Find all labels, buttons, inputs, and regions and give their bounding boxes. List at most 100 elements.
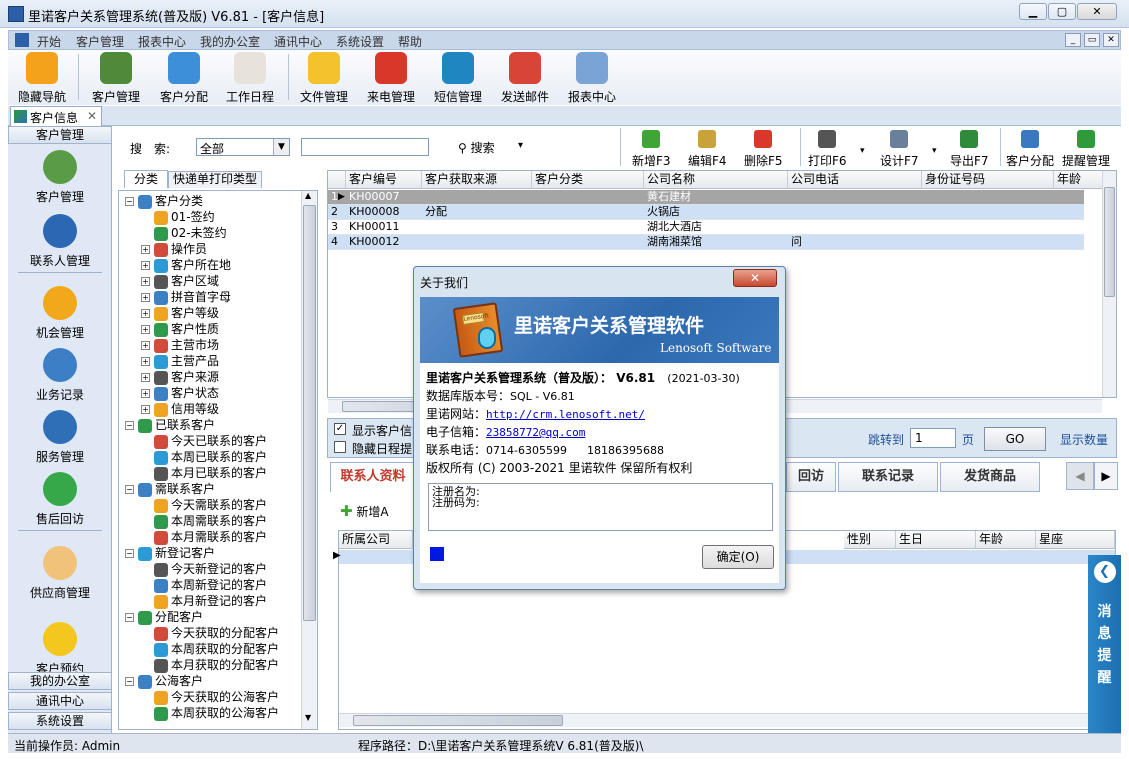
toolbar-sms[interactable]: 短信管理 xyxy=(430,52,486,105)
search-scope-select[interactable]: 全部 ▼ xyxy=(196,138,290,156)
col-phone[interactable]: 公司电话 xyxy=(788,171,922,189)
table-row[interactable]: 4 KH00012 湖南湘菜馆问 xyxy=(328,235,1084,250)
collapse-icon[interactable]: − xyxy=(125,549,134,558)
expand-icon[interactable]: + xyxy=(141,245,150,254)
nav-header-office[interactable]: 我的办公室 xyxy=(8,672,112,690)
action-5[interactable]: 导出F7 xyxy=(950,130,989,169)
tree-node[interactable]: 本月需联系的客户 xyxy=(141,529,267,545)
expand-icon[interactable]: + xyxy=(141,373,150,382)
tree-node[interactable]: + 客户性质 xyxy=(141,321,219,337)
col-age[interactable]: 年龄 xyxy=(1054,171,1104,189)
col-idcard[interactable]: 身份证号码 xyxy=(922,171,1054,189)
nav-item-2[interactable]: 机会管理 xyxy=(8,286,112,341)
toolbar-hide-nav[interactable]: 隐藏导航 xyxy=(14,52,70,105)
tree-node[interactable]: + 主营市场 xyxy=(141,337,219,353)
mdi-close-button[interactable]: ✕ xyxy=(1103,33,1119,47)
tree-node[interactable]: 本周新登记的客户 xyxy=(141,577,267,593)
show-customer-checkbox[interactable]: ✓ xyxy=(334,423,346,435)
tab-shipped-goods[interactable]: 发货商品 xyxy=(940,462,1040,492)
menu-customer[interactable]: 客户管理 xyxy=(76,33,124,50)
tree-scrollbar[interactable]: ▲ ▼ xyxy=(301,191,317,729)
close-button[interactable]: ✕ xyxy=(1077,3,1117,20)
toolbar-mail[interactable]: 发送邮件 xyxy=(497,52,553,105)
toolbar-customer[interactable]: 客户管理 xyxy=(88,52,144,105)
toolbar-files[interactable]: 文件管理 xyxy=(296,52,352,105)
action-0[interactable]: 新增F3 xyxy=(632,130,671,169)
collapse-icon[interactable]: − xyxy=(125,485,134,494)
registration-box[interactable]: 注册名为: 注册码为: xyxy=(428,483,773,531)
tree-node[interactable]: 本月已联系的客户 xyxy=(141,465,267,481)
dialog-close-button[interactable]: ✕ xyxy=(733,269,777,287)
hide-schedule-checkbox[interactable] xyxy=(334,441,346,453)
print-dropdown-icon[interactable]: ▾ xyxy=(860,146,865,156)
table-row[interactable]: 2 KH00008 分配 火锅店 xyxy=(328,205,1084,220)
tab-contact-records[interactable]: 联系记录 xyxy=(838,462,938,492)
col-zodiac[interactable]: 星座 xyxy=(1036,531,1115,549)
expand-icon[interactable]: + xyxy=(141,405,150,414)
tree-node[interactable]: + 客户区域 xyxy=(141,273,219,289)
nav-item-5[interactable]: 售后回访 xyxy=(8,472,112,527)
tab-close-icon[interactable]: ✕ xyxy=(87,109,97,123)
toolbar-schedule[interactable]: 工作日程 xyxy=(222,52,278,105)
tree-node[interactable]: 本周已联系的客户 xyxy=(141,449,267,465)
toolbar-assign[interactable]: 客户分配 xyxy=(156,52,212,105)
tree-node[interactable]: 本月新登记的客户 xyxy=(141,593,267,609)
col-birthday[interactable]: 生日 xyxy=(896,531,976,549)
website-link[interactable]: http://crm.lenosoft.net/ xyxy=(486,408,645,421)
ok-button[interactable]: 确定(O) xyxy=(702,545,774,569)
col-owner-company[interactable]: 所属公司 xyxy=(339,531,413,549)
tree-node[interactable]: − 已联系客户 xyxy=(125,417,215,433)
collapse-icon[interactable]: ❮ xyxy=(1093,561,1116,583)
action-3[interactable]: 打印F6 xyxy=(808,130,847,169)
nav-item-3[interactable]: 业务记录 xyxy=(8,348,112,403)
grid-vscrollbar[interactable] xyxy=(1102,171,1116,397)
contacts-hscrollbar[interactable] xyxy=(339,713,1115,727)
col-source[interactable]: 客户获取来源 xyxy=(422,171,532,189)
message-panel[interactable]: ❮ 消息提醒 xyxy=(1088,555,1121,733)
search-input[interactable] xyxy=(301,138,429,156)
tree-node[interactable]: 今天获取的分配客户 xyxy=(141,625,279,641)
table-row[interactable]: 1 KH00007 黄石建材 ▶ xyxy=(328,190,1084,205)
nav-item-4[interactable]: 服务管理 xyxy=(8,410,112,465)
mdi-restore-button[interactable]: ▭ xyxy=(1084,33,1100,47)
expand-icon[interactable]: + xyxy=(141,389,150,398)
tree-node[interactable]: − 公海客户 xyxy=(125,673,203,689)
collapse-icon[interactable]: − xyxy=(125,197,134,206)
collapse-icon[interactable]: − xyxy=(125,421,134,430)
tree-node[interactable]: + 客户所在地 xyxy=(141,257,231,273)
tree-node[interactable]: 本周获取的公海客户 xyxy=(141,705,279,721)
action-4[interactable]: 设计F7 xyxy=(880,130,919,169)
tree-node[interactable]: + 拼音首字母 xyxy=(141,289,231,305)
minimize-button[interactable]: ▁ xyxy=(1019,3,1047,20)
collapse-icon[interactable]: − xyxy=(125,677,134,686)
tree-node[interactable]: + 操作员 xyxy=(141,241,207,257)
expand-icon[interactable]: + xyxy=(141,341,150,350)
expand-icon[interactable]: + xyxy=(141,293,150,302)
expand-icon[interactable]: + xyxy=(141,277,150,286)
nav-header-comm[interactable]: 通讯中心 xyxy=(8,692,112,710)
expand-icon[interactable]: + xyxy=(141,325,150,334)
action-7[interactable]: 提醒管理 xyxy=(1062,130,1110,169)
mdi-minimize-button[interactable]: _ xyxy=(1065,33,1081,47)
expand-icon[interactable]: + xyxy=(141,309,150,318)
tab-contacts[interactable]: 联系人资料 xyxy=(330,462,416,492)
tab-revisit[interactable]: 回访 xyxy=(786,462,836,492)
nav-item-6[interactable]: 供应商管理 xyxy=(8,546,112,601)
action-1[interactable]: 编辑F4 xyxy=(688,130,727,169)
tree-node[interactable]: 今天需联系的客户 xyxy=(141,497,267,513)
tree-node[interactable]: 02-未签约 xyxy=(141,225,227,241)
expand-icon[interactable]: + xyxy=(141,357,150,366)
maximize-button[interactable]: ▢ xyxy=(1048,3,1076,20)
col-gender[interactable]: 性别 xyxy=(844,531,896,549)
nav-item-0[interactable]: 客户管理 xyxy=(8,150,112,205)
tree-node[interactable]: − 分配客户 xyxy=(125,609,203,625)
menu-help[interactable]: 帮助 xyxy=(398,33,422,50)
add-contact-button[interactable]: ✚ 新增A xyxy=(340,502,389,520)
tree-node[interactable]: 今天获取的公海客户 xyxy=(141,689,279,705)
tab-prev-icon[interactable]: ◀ xyxy=(1066,462,1094,490)
menu-settings[interactable]: 系统设置 xyxy=(336,33,384,50)
tab-customer-info[interactable]: 客户信息 ✕ xyxy=(10,106,102,126)
nav-item-1[interactable]: 联系人管理 xyxy=(8,214,112,269)
menu-office[interactable]: 我的办公室 xyxy=(200,33,260,50)
tree-node[interactable]: 本周需联系的客户 xyxy=(141,513,267,529)
